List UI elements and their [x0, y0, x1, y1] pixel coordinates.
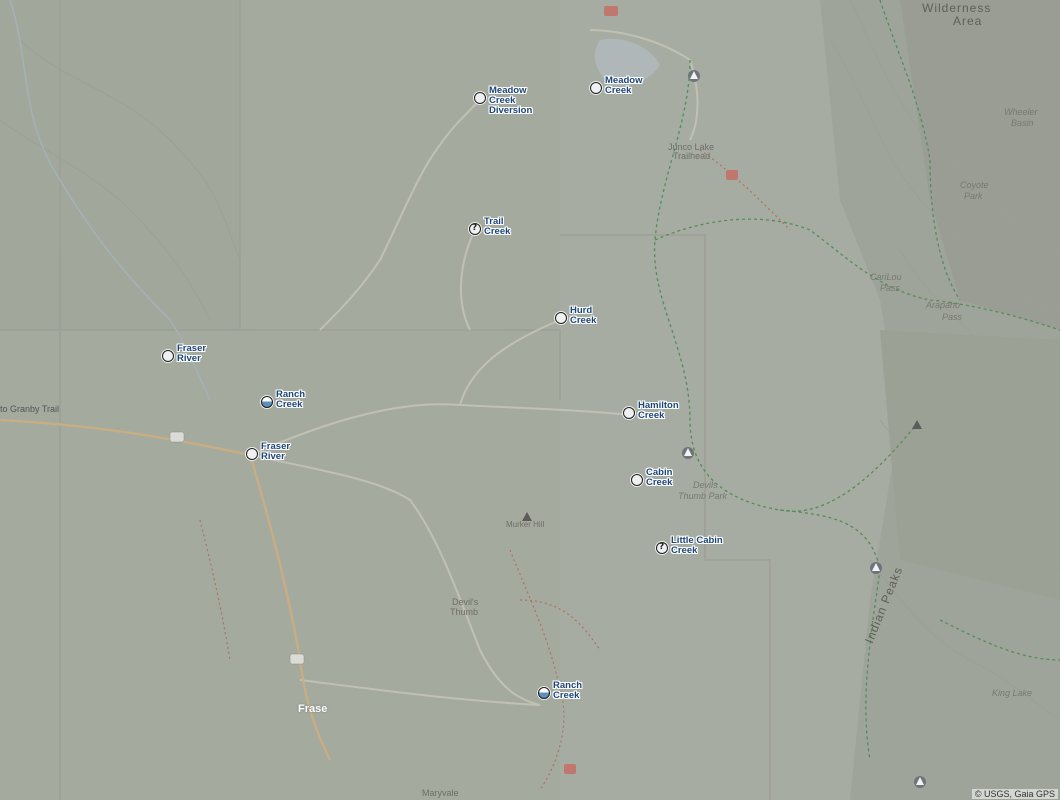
- gauge-flow-icon[interactable]: [538, 687, 550, 699]
- devils-thumb-label-2: Thumb: [450, 607, 479, 617]
- gauge-flow-icon[interactable]: [261, 396, 273, 408]
- devils-thumb-park-label-1: Devils: [693, 480, 718, 490]
- gauge-unknown-icon[interactable]: [469, 223, 481, 235]
- gauge-label: Hurd Creek: [570, 305, 597, 326]
- gauge-label: Trail Creek: [484, 216, 511, 237]
- gauge-label: Fraser River: [177, 343, 207, 364]
- peak-label: Murker Hill: [506, 520, 545, 529]
- coyote-label: Coyote: [960, 180, 989, 190]
- fraser-town-label: Frase: [298, 703, 328, 715]
- wheeler-label: Wheeler: [1004, 107, 1038, 117]
- arapaho-pass-label: Pass: [942, 312, 963, 322]
- gauge-label: Ranch Creek: [553, 680, 583, 701]
- maryvale-label: Maryvale: [422, 788, 459, 798]
- gauge-marker-icon[interactable]: [631, 474, 643, 486]
- granby-trail-label: to Granby Trail: [0, 404, 60, 414]
- topographic-basemap: [0, 0, 1060, 800]
- devils-thumb-park-label-2: Thumb Park: [678, 491, 728, 501]
- trailhead-label: Trailhead: [673, 151, 711, 161]
- map-attribution: © USGS, Gaia GPS: [971, 789, 1058, 799]
- arapaho-label: Arapaho: [926, 300, 961, 310]
- caribou-label: CariLou: [870, 272, 902, 282]
- gauge-label: Fraser River: [261, 441, 291, 462]
- king-lake-label: King Lake: [992, 688, 1033, 698]
- gauge-marker-icon[interactable]: [474, 92, 486, 104]
- wilderness-label: Wilderness: [922, 1, 992, 15]
- coyote-park-label: Park: [964, 191, 983, 201]
- gauge-label: Meadow Creek: [605, 75, 643, 96]
- map-canvas[interactable]: Wilderness Area Junco Lake Trailhead Whe…: [0, 0, 1060, 800]
- gauge-marker-icon[interactable]: [555, 312, 567, 324]
- area-label: Area: [953, 14, 983, 28]
- gauge-label: Hamilton Creek: [638, 400, 679, 421]
- gauge-marker-icon[interactable]: [162, 350, 174, 362]
- gauge-marker-icon[interactable]: [590, 82, 602, 94]
- gauge-unknown-icon[interactable]: [656, 542, 668, 554]
- gauge-marker-icon[interactable]: [246, 448, 258, 460]
- gauge-label: Little Cabin Creek: [671, 535, 723, 556]
- gauge-label: Meadow Creek Diversion: [489, 85, 533, 116]
- devils-thumb-label-1: Devil's: [452, 597, 479, 607]
- gauge-label: Ranch Creek: [276, 389, 306, 410]
- caribou-pass-label: Pass: [880, 283, 901, 293]
- gauge-marker-icon[interactable]: [623, 407, 635, 419]
- basin-label: Basin: [1011, 118, 1034, 128]
- gauge-label: Cabin Creek: [646, 467, 673, 488]
